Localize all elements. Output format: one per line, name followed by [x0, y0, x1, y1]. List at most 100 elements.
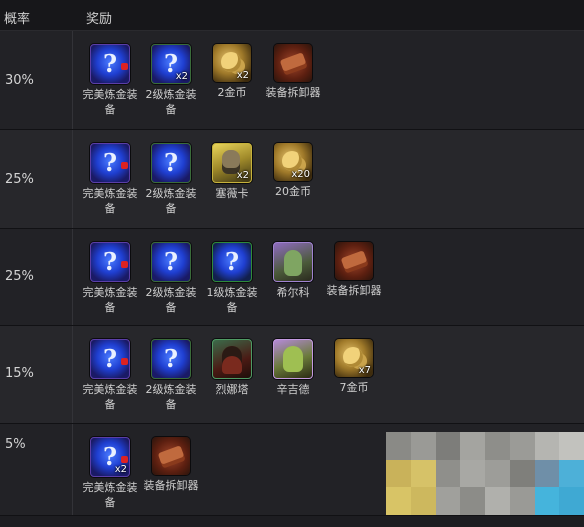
watermark-pixel — [410, 459, 436, 488]
reward-label: 完美炼金装备 — [82, 187, 138, 215]
question-mark-glyph: ? — [163, 247, 179, 276]
watermark-pixel — [559, 432, 584, 460]
probability-value: 25% — [5, 172, 34, 187]
reward-item[interactable]: ? 2级炼金装备 — [141, 339, 201, 412]
reward-item[interactable]: ? x2 完美炼金装备 — [80, 437, 140, 510]
reward-label: 烈娜塔 — [215, 383, 249, 396]
reward-label: 辛吉德 — [276, 383, 310, 396]
probability-cell: 25% — [0, 229, 73, 325]
reward-label: 完美炼金装备 — [82, 88, 138, 116]
reward-label: 装备拆卸器 — [265, 86, 321, 99]
perfect-alchemy-equipment-icon[interactable]: ? — [90, 143, 130, 183]
reward-label: 2级炼金装备 — [145, 286, 197, 314]
coin-shape — [282, 151, 302, 171]
pixelated-watermark — [386, 432, 584, 515]
reward-item[interactable]: ? 完美炼金装备 — [80, 44, 140, 117]
probability-cell: 25% — [0, 130, 73, 228]
reward-label: 完美炼金装备 — [82, 481, 138, 509]
xierke-hero-icon[interactable] — [273, 242, 313, 282]
table-header: 概率 奖励 — [0, 0, 584, 31]
perfect-alchemy-equipment-icon[interactable]: ? — [90, 339, 130, 379]
watermark-pixel — [410, 487, 436, 515]
question-mark-glyph: ? — [163, 148, 179, 177]
gold-coin-icon[interactable]: x2 — [213, 44, 251, 82]
reward-label: 2级炼金装备 — [145, 383, 197, 411]
reward-label: 装备拆卸器 — [326, 284, 382, 297]
reward-item[interactable]: 装备拆卸器 — [263, 44, 323, 100]
reward-item[interactable]: ? x2 2级炼金装备 — [141, 44, 201, 117]
plank-shape — [157, 445, 185, 465]
quantity-badge: x7 — [358, 365, 371, 376]
watermark-pixel — [460, 487, 485, 515]
reward-label: 希尔科 — [276, 286, 310, 299]
question-mark-glyph: ? — [102, 49, 118, 78]
lienata-hero-icon[interactable] — [212, 339, 252, 379]
watermark-pixel — [485, 432, 510, 460]
watermark-pixel — [485, 487, 510, 515]
watermark-pixel — [509, 487, 535, 515]
probability-cell: 5% — [0, 424, 73, 515]
reward-label: 2级炼金装备 — [145, 88, 197, 116]
probability-value: 15% — [5, 366, 34, 381]
reward-item[interactable]: x2 塞薇卡 — [202, 143, 262, 201]
reward-item[interactable]: x20 20金币 — [263, 143, 323, 199]
level-2-alchemy-equipment-icon[interactable]: ? — [151, 143, 191, 183]
watermark-pixel — [386, 459, 411, 488]
xinjide-hero-icon[interactable] — [273, 339, 313, 379]
header-probability: 概率 — [4, 12, 31, 27]
reward-item[interactable]: ? 1级炼金装备 — [202, 242, 262, 315]
reward-item[interactable]: ? 2级炼金装备 — [141, 242, 201, 315]
probability-cell: 15% — [0, 326, 73, 423]
level-2-alchemy-equipment-icon[interactable]: ? — [151, 339, 191, 379]
reward-label: 完美炼金装备 — [82, 383, 138, 411]
equipment-dismantler-icon[interactable] — [152, 437, 190, 475]
gold-coin-icon[interactable]: x7 — [335, 339, 373, 377]
reward-item[interactable]: 烈娜塔 — [202, 339, 262, 397]
equipment-dismantler-icon[interactable] — [274, 44, 312, 82]
watermark-pixel — [559, 487, 584, 515]
watermark-pixel — [460, 459, 485, 488]
reward-label: 20金币 — [275, 185, 311, 198]
table-row: 30%? 完美炼金装备? x2 2级炼金装备 x2 2金币 装备拆卸器 — [0, 31, 584, 130]
watermark-pixel — [509, 459, 535, 488]
watermark-pixel — [559, 459, 584, 488]
reward-item[interactable]: x7 7金币 — [324, 339, 384, 395]
perfect-alchemy-equipment-icon[interactable]: ? — [90, 44, 130, 84]
table-row: 15%? 完美炼金装备? 2级炼金装备 烈娜塔 辛吉德 x7 7金币 — [0, 326, 584, 424]
level-2-alchemy-equipment-icon[interactable]: ? — [151, 242, 191, 282]
reward-item[interactable]: ? 完美炼金装备 — [80, 242, 140, 315]
reward-item[interactable]: ? 完美炼金装备 — [80, 143, 140, 216]
reward-item[interactable]: 装备拆卸器 — [141, 437, 201, 493]
watermark-pixel — [435, 459, 461, 488]
watermark-pixel — [435, 432, 461, 460]
reward-item[interactable]: x2 2金币 — [202, 44, 262, 100]
watermark-pixel — [509, 432, 535, 460]
reward-label: 塞薇卡 — [215, 187, 249, 200]
equipment-dismantler-icon[interactable] — [335, 242, 373, 280]
plank-shape — [279, 52, 307, 72]
probability-cell: 30% — [0, 31, 73, 129]
quantity-badge: x2 — [236, 170, 249, 181]
header-reward: 奖励 — [86, 12, 113, 27]
reward-item[interactable]: 装备拆卸器 — [324, 242, 384, 298]
reward-item[interactable]: 辛吉德 — [263, 339, 323, 397]
gold-coin-icon[interactable]: x20 — [274, 143, 312, 181]
reward-item[interactable]: ? 完美炼金装备 — [80, 339, 140, 412]
coin-shape — [221, 52, 241, 72]
probability-value: 5% — [5, 437, 26, 452]
level-2-alchemy-equipment-icon[interactable]: ? x2 — [151, 44, 191, 84]
watermark-pixel — [386, 432, 411, 460]
reward-label: 2金币 — [217, 86, 247, 99]
level-1-alchemy-equipment-icon[interactable]: ? — [212, 242, 252, 282]
perfect-alchemy-equipment-icon[interactable]: ? — [90, 242, 130, 282]
watermark-pixel — [460, 432, 485, 460]
question-mark-glyph: ? — [163, 344, 179, 373]
cassie-card-icon[interactable]: x2 — [212, 143, 252, 183]
reward-item[interactable]: 希尔科 — [263, 242, 323, 300]
reward-item[interactable]: ? 2级炼金装备 — [141, 143, 201, 216]
plank-shape — [340, 250, 368, 270]
portrait-shape — [283, 346, 303, 372]
reward-label: 完美炼金装备 — [82, 286, 138, 314]
perfect-alchemy-equipment-icon[interactable]: ? x2 — [90, 437, 130, 477]
probability-value: 30% — [5, 73, 34, 88]
